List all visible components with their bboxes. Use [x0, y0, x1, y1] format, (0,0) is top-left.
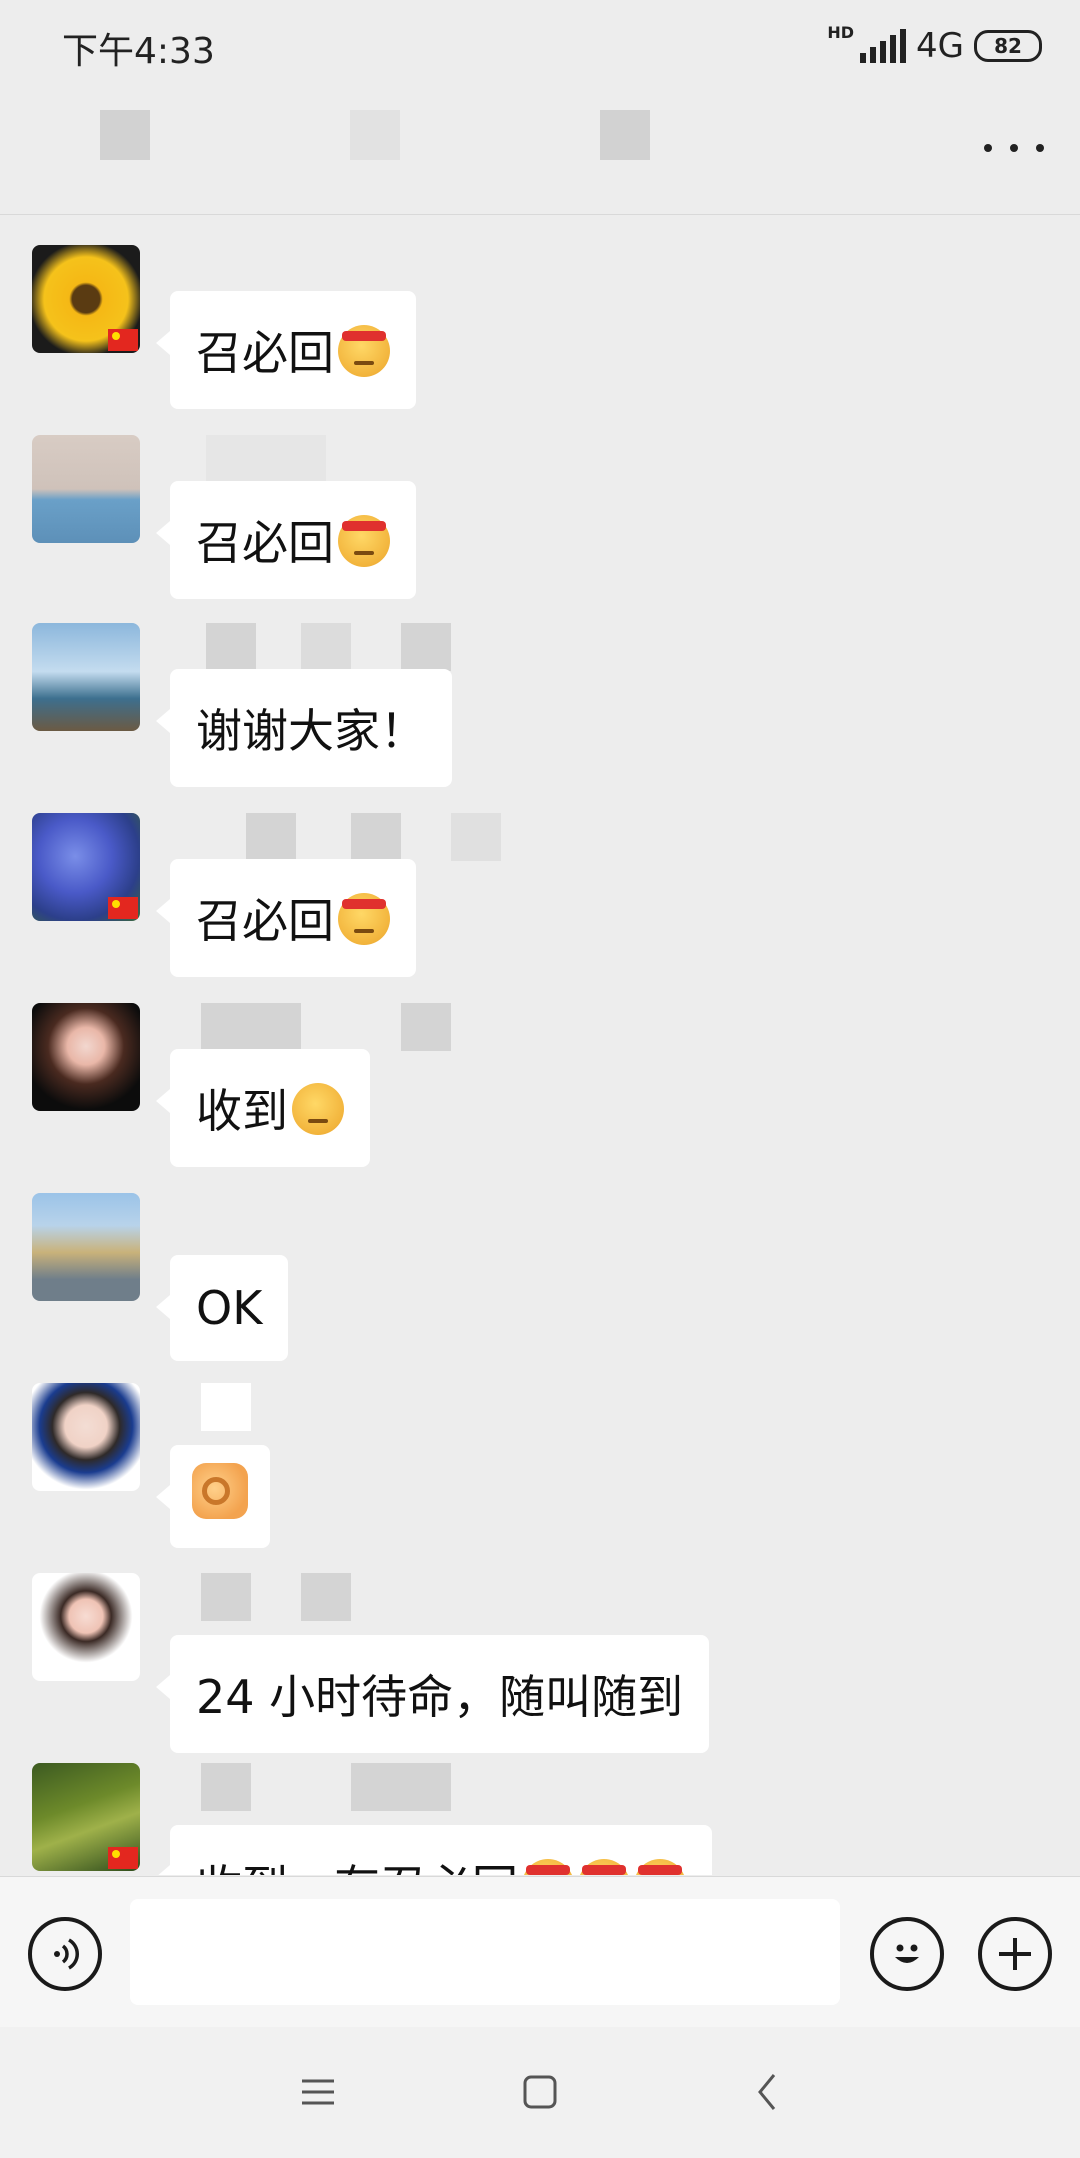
message-bubble[interactable]: 24 小时待命，随叫随到	[155, 1635, 710, 1753]
message-text: 谢谢大家！	[196, 704, 426, 758]
message-text: 收到，有召必回	[196, 1860, 518, 1875]
plus-icon	[999, 1938, 1031, 1970]
hd-label: HD	[827, 22, 855, 42]
status-time: 下午4:33	[62, 31, 215, 72]
message-text: 召必回	[196, 894, 334, 948]
status-bar: 下午4:33 HD 4G 82	[0, 0, 1080, 90]
avatar[interactable]	[32, 1193, 140, 1301]
china-flag-icon	[108, 897, 138, 919]
message-bubble[interactable]: 收到	[156, 1049, 370, 1167]
message-input[interactable]	[130, 1899, 840, 2005]
avatar[interactable]	[32, 623, 140, 731]
message-text: OK	[196, 1281, 263, 1335]
message-text: 收到	[196, 1084, 288, 1138]
avatar[interactable]	[32, 813, 140, 921]
voice-button[interactable]	[28, 1917, 102, 1991]
angry-face-icon	[578, 1859, 630, 1875]
blurred-title	[350, 110, 400, 160]
angry-face-icon	[338, 515, 390, 567]
battery-icon: 82	[974, 30, 1042, 62]
signal-icon	[860, 29, 907, 63]
angry-face-icon	[338, 325, 390, 377]
chat-message-list[interactable]: 召必回 召必回 谢谢大家！ 召必回 收到 OK 24 小时待命，随叫随到	[0, 215, 1080, 1875]
avatar[interactable]	[32, 1383, 140, 1491]
avatar[interactable]	[32, 245, 140, 353]
network-label: 4G	[916, 26, 964, 66]
system-nav-bar	[0, 2027, 1080, 2158]
angry-face-icon	[522, 1859, 574, 1875]
voice-icon	[54, 1938, 79, 1970]
menu-button[interactable]	[288, 2067, 348, 2117]
message-text: 24 小时待命，随叫随到	[196, 1670, 684, 1724]
china-flag-icon	[108, 329, 138, 351]
plus-button[interactable]	[978, 1917, 1052, 1991]
message-bubble[interactable]: 召必回	[156, 291, 416, 409]
avatar[interactable]	[32, 1763, 140, 1871]
smirk-face-icon	[292, 1083, 344, 1135]
menu-icon	[302, 2079, 334, 2105]
blurred-title	[600, 110, 650, 160]
more-options-button[interactable]	[984, 128, 1044, 168]
blurred-title	[100, 110, 150, 160]
china-flag-icon	[108, 1847, 138, 1869]
more-dots-icon	[984, 144, 992, 152]
ok-hand-icon	[192, 1463, 248, 1519]
battery-level: 82	[994, 34, 1022, 58]
status-indicators: HD 4G 82	[827, 22, 1042, 66]
message-bubble[interactable]	[156, 1445, 270, 1548]
back-button[interactable]	[738, 2067, 798, 2117]
avatar[interactable]	[32, 1573, 140, 1681]
message-text: 召必回	[196, 516, 334, 570]
message-bubble[interactable]: OK	[155, 1255, 289, 1361]
avatar[interactable]	[32, 435, 140, 543]
chat-input-bar	[0, 1876, 1080, 2027]
emoji-button[interactable]	[870, 1917, 944, 1991]
message-bubble[interactable]: 谢谢大家！	[156, 669, 452, 787]
home-icon	[523, 2075, 557, 2109]
angry-face-icon	[338, 893, 390, 945]
message-bubble[interactable]: 召必回	[156, 859, 416, 977]
home-button[interactable]	[510, 2067, 570, 2117]
back-icon	[758, 2074, 776, 2110]
emoji-icon	[895, 1944, 919, 1963]
message-bubble[interactable]: 收到，有召必回	[156, 1825, 712, 1875]
message-text: 召必回	[196, 326, 334, 380]
avatar[interactable]	[32, 1003, 140, 1111]
message-bubble[interactable]: 召必回	[156, 481, 416, 599]
angry-face-icon	[634, 1859, 686, 1875]
chat-title-bar	[0, 90, 1080, 215]
